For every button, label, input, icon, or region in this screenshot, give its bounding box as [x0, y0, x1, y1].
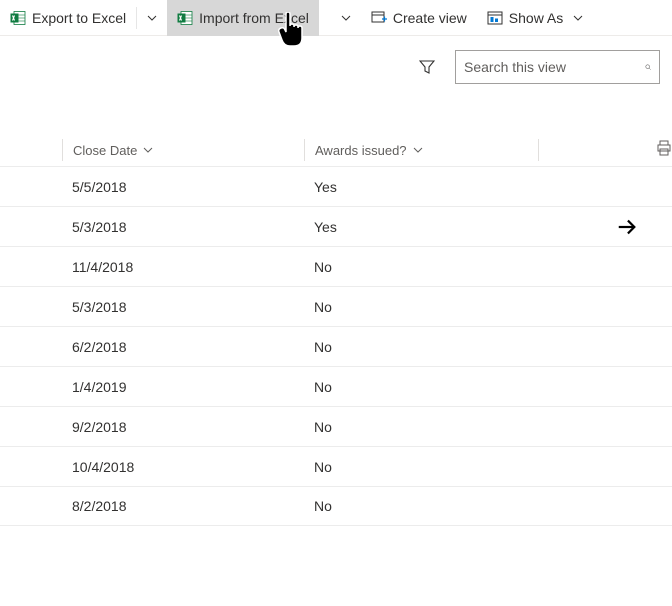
cell-awards: No	[314, 498, 548, 514]
search-icon	[645, 59, 651, 75]
table-row[interactable]: 9/2/2018No	[0, 406, 672, 446]
column-label: Awards issued?	[315, 143, 407, 158]
show-as-label: Show As	[509, 10, 563, 26]
cell-close-date: 10/4/2018	[72, 459, 314, 475]
create-view-button[interactable]: Create view	[361, 0, 477, 36]
cell-close-date: 8/2/2018	[72, 498, 314, 514]
cell-awards: No	[314, 419, 548, 435]
table-row[interactable]: 11/4/2018No	[0, 246, 672, 286]
import-from-excel-button[interactable]: Import from Excel	[167, 0, 319, 36]
table-row[interactable]: 10/4/2018No	[0, 446, 672, 486]
chevron-down-icon	[413, 145, 423, 155]
import-dropdown[interactable]	[331, 0, 361, 36]
cell-awards: No	[314, 299, 548, 315]
funnel-icon	[419, 59, 435, 75]
table-row[interactable]: 5/5/2018Yes	[0, 166, 672, 206]
show-as-icon	[487, 10, 503, 26]
chevron-down-icon	[147, 13, 157, 23]
table-body: 5/5/2018Yes5/3/2018Yes11/4/2018No5/3/201…	[0, 166, 672, 526]
search-box[interactable]	[455, 50, 660, 84]
export-label: Export to Excel	[32, 10, 126, 26]
cell-close-date: 9/2/2018	[72, 419, 314, 435]
table-header: Close Date Awards issued?	[0, 134, 672, 166]
data-grid: Close Date Awards issued? 5/5/2018Yes5/3…	[0, 134, 672, 526]
table-row[interactable]: 6/2/2018No	[0, 326, 672, 366]
cell-close-date: 11/4/2018	[72, 259, 314, 275]
column-header-close-date[interactable]: Close Date	[62, 139, 304, 161]
table-row[interactable]: 1/4/2019No	[0, 366, 672, 406]
cell-awards: No	[314, 459, 548, 475]
cell-close-date: 1/4/2019	[72, 379, 314, 395]
cell-awards: Yes	[314, 179, 548, 195]
cell-close-date: 5/5/2018	[72, 179, 314, 195]
table-row[interactable]: 5/3/2018Yes	[0, 206, 672, 246]
column-header-actions	[538, 139, 634, 161]
import-label: Import from Excel	[199, 10, 309, 26]
cell-close-date: 5/3/2018	[72, 219, 314, 235]
chevron-down-icon	[341, 13, 351, 23]
show-as-button[interactable]: Show As	[477, 0, 593, 36]
excel-icon	[177, 10, 193, 26]
create-view-label: Create view	[393, 10, 467, 26]
export-to-excel-button[interactable]: Export to Excel	[0, 0, 136, 36]
cell-awards: Yes	[314, 219, 548, 235]
column-label: Close Date	[73, 143, 137, 158]
cell-awards: No	[314, 259, 548, 275]
column-header-awards[interactable]: Awards issued?	[304, 139, 538, 161]
export-dropdown[interactable]	[137, 0, 167, 36]
cell-action	[548, 216, 644, 238]
create-view-icon	[371, 10, 387, 26]
filter-button[interactable]	[411, 51, 443, 83]
excel-icon	[10, 10, 26, 26]
arrow-right-icon[interactable]	[616, 216, 638, 238]
cell-close-date: 5/3/2018	[72, 299, 314, 315]
search-row	[0, 36, 672, 84]
cell-close-date: 6/2/2018	[72, 339, 314, 355]
command-bar: Export to Excel Import from Excel Create…	[0, 0, 672, 36]
table-row[interactable]: 5/3/2018No	[0, 286, 672, 326]
cell-awards: No	[314, 339, 548, 355]
print-icon[interactable]	[656, 139, 672, 157]
search-input[interactable]	[464, 59, 645, 75]
chevron-down-icon	[143, 145, 153, 155]
chevron-down-icon	[573, 13, 583, 23]
cell-awards: No	[314, 379, 548, 395]
table-row[interactable]: 8/2/2018No	[0, 486, 672, 526]
